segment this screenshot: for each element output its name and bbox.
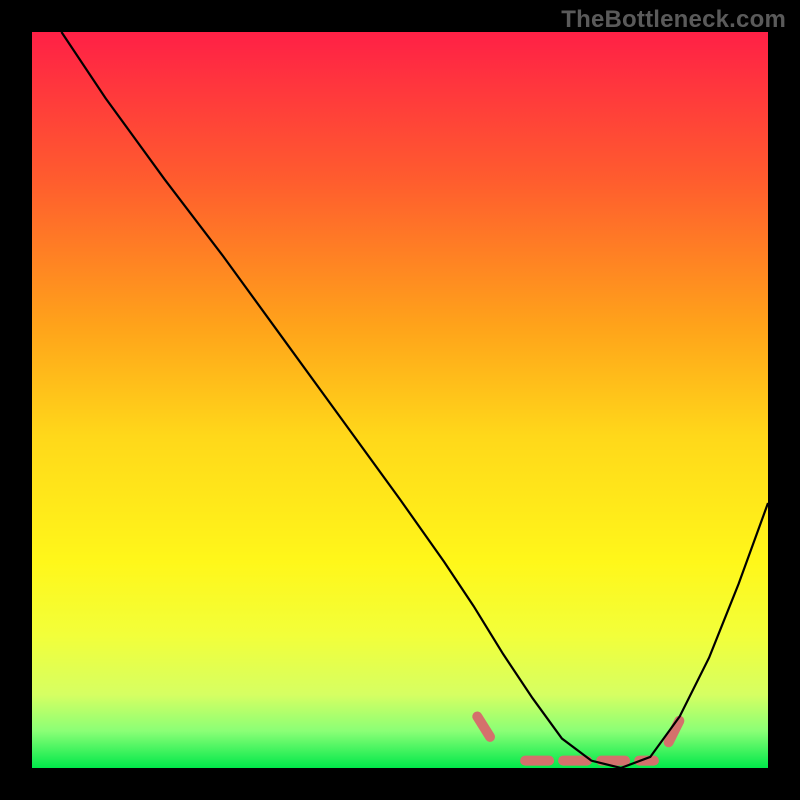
bottleneck-chart bbox=[0, 0, 800, 800]
watermark-text: TheBottleneck.com bbox=[561, 6, 786, 34]
